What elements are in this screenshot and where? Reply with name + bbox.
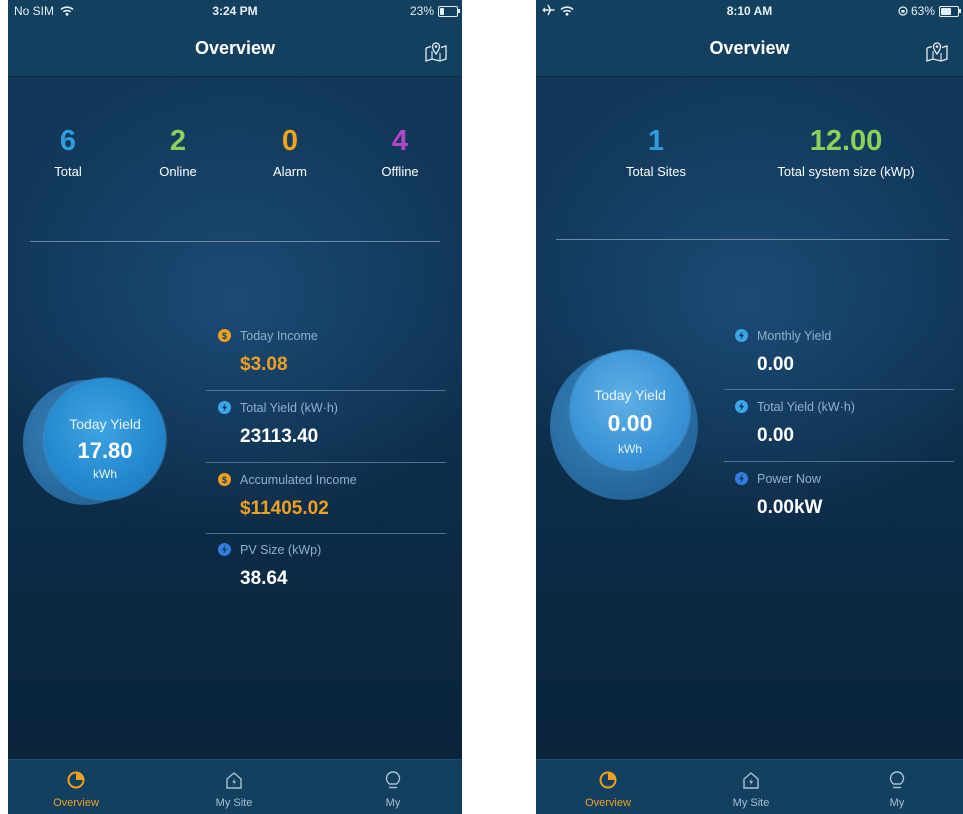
metric-power-now: Power Now 0.00kW bbox=[735, 471, 822, 519]
metric-label: Today Income bbox=[240, 329, 318, 343]
pie-chart-icon bbox=[599, 771, 617, 789]
bulb-icon bbox=[385, 771, 401, 789]
divider bbox=[30, 241, 440, 242]
svg-text:$: $ bbox=[222, 475, 227, 485]
stat-value: 6 bbox=[59, 125, 77, 157]
phone-screen-right: 8:10 AM 63% Overview 1 Total Sites 12.00… bbox=[536, 0, 963, 814]
stat-online: 2 Online bbox=[148, 126, 208, 179]
bolt-icon bbox=[735, 329, 748, 342]
yield-label: Today Yield bbox=[594, 387, 666, 403]
metric-value: $3.08 bbox=[240, 354, 288, 375]
page-title: Overview bbox=[709, 38, 790, 58]
divider bbox=[724, 389, 954, 390]
metric-value: 23113.40 bbox=[240, 426, 319, 447]
metric-value: 0.00 bbox=[757, 425, 794, 446]
stat-offline: 4 Offline bbox=[370, 126, 430, 179]
metric-pv-size: PV Size (kWp) 38.64 bbox=[218, 542, 321, 590]
stat-label: Alarm bbox=[273, 164, 307, 179]
home-icon bbox=[743, 772, 759, 789]
metric-label: Total Yield (kW·h) bbox=[757, 400, 855, 414]
bolt-icon bbox=[218, 543, 231, 556]
stat-label: Offline bbox=[381, 164, 419, 179]
status-bar: 8:10 AM 63% bbox=[536, 0, 963, 21]
stat-value: 4 bbox=[391, 125, 409, 157]
yield-label: Today Yield bbox=[69, 416, 141, 432]
tab-label: My Site bbox=[215, 797, 253, 809]
bulb-icon bbox=[889, 771, 905, 789]
stat-value: 2 bbox=[169, 125, 187, 157]
map-pin-icon[interactable] bbox=[424, 40, 448, 62]
svg-text:$: $ bbox=[222, 331, 227, 341]
divider bbox=[556, 239, 949, 240]
tab-bar: Overview My Site My bbox=[536, 759, 963, 814]
battery-percent: 63% bbox=[898, 4, 935, 18]
battery-icon bbox=[939, 6, 961, 17]
divider bbox=[206, 533, 446, 534]
divider bbox=[724, 461, 954, 462]
yield-value: 17.80 bbox=[77, 438, 133, 463]
metric-value: $11405.02 bbox=[240, 498, 329, 519]
stat-system-size: 12.00 Total system size (kWp) bbox=[766, 126, 926, 179]
tab-label: Overview bbox=[585, 797, 631, 809]
bolt-icon bbox=[735, 400, 748, 413]
metric-label: Accumulated Income bbox=[240, 473, 357, 487]
tab-overview[interactable]: Overview bbox=[26, 760, 126, 814]
battery-percent: 23% bbox=[409, 4, 434, 18]
stat-label: Total Sites bbox=[626, 164, 686, 179]
tab-my[interactable]: My bbox=[343, 760, 443, 814]
battery-icon bbox=[438, 6, 460, 17]
stat-label: Online bbox=[159, 164, 197, 179]
metric-total-yield: Total Yield (kW·h) 0.00 bbox=[735, 399, 855, 447]
tab-label: My bbox=[385, 797, 401, 809]
tab-label: My bbox=[889, 797, 905, 809]
metric-total-yield: Total Yield (kW·h) 23113.40 bbox=[218, 400, 338, 448]
metric-today-income: $ Today Income $3.08 bbox=[218, 328, 318, 376]
metric-accumulated-income: $ Accumulated Income $11405.02 bbox=[218, 472, 357, 520]
dollar-icon: $ bbox=[218, 329, 231, 342]
map-pin-icon[interactable] bbox=[925, 40, 949, 62]
stat-alarm: 0 Alarm bbox=[260, 126, 320, 179]
divider bbox=[206, 462, 446, 463]
metric-value: 0.00kW bbox=[757, 497, 823, 518]
metric-label: Total Yield (kW·h) bbox=[240, 401, 338, 415]
tab-label: My Site bbox=[732, 797, 770, 809]
metric-label: Monthly Yield bbox=[757, 329, 832, 343]
stat-label: Total system size (kWp) bbox=[777, 164, 915, 179]
status-bar: No SIM 3:24 PM 23% bbox=[8, 0, 462, 21]
status-time: 3:24 PM bbox=[212, 4, 258, 18]
metric-monthly-yield: Monthly Yield 0.00 bbox=[735, 328, 831, 376]
bolt-icon bbox=[735, 472, 748, 485]
today-yield-circle: Today Yield 0.00 kWh bbox=[570, 350, 690, 470]
nav-bar: Overview bbox=[8, 21, 462, 77]
divider bbox=[206, 390, 446, 391]
tab-bar: Overview My Site My bbox=[8, 759, 462, 814]
yield-unit: kWh bbox=[618, 442, 642, 456]
stat-value: 0 bbox=[281, 125, 299, 157]
stat-value: 12.00 bbox=[809, 125, 883, 157]
stat-total-sites: 1 Total Sites bbox=[606, 126, 706, 179]
stat-total: 6 Total bbox=[38, 126, 98, 179]
metric-label: Power Now bbox=[757, 472, 821, 486]
metric-value: 0.00 bbox=[757, 354, 794, 375]
pie-chart-icon bbox=[67, 771, 85, 789]
stat-value: 1 bbox=[647, 125, 665, 157]
tab-overview[interactable]: Overview bbox=[558, 760, 658, 814]
yield-unit: kWh bbox=[93, 467, 117, 481]
home-icon bbox=[226, 772, 242, 789]
tab-label: Overview bbox=[53, 797, 99, 809]
rotation-lock-icon bbox=[898, 6, 908, 16]
dollar-icon: $ bbox=[218, 473, 231, 486]
metric-label: PV Size (kWp) bbox=[240, 543, 322, 557]
page-title: Overview bbox=[194, 38, 276, 58]
metric-value: 38.64 bbox=[240, 568, 288, 589]
stat-label: Total bbox=[54, 164, 82, 179]
tab-my-site[interactable]: My Site bbox=[184, 760, 284, 814]
bolt-icon bbox=[218, 401, 231, 414]
phone-screen-left: No SIM 3:24 PM 23% Overview 6 Total 2 On… bbox=[8, 0, 462, 814]
tab-my-site[interactable]: My Site bbox=[701, 760, 801, 814]
nav-bar: Overview bbox=[536, 21, 963, 77]
today-yield-circle: Today Yield 17.80 kWh bbox=[44, 378, 166, 500]
tab-my[interactable]: My bbox=[847, 760, 947, 814]
yield-value: 0.00 bbox=[607, 410, 653, 436]
